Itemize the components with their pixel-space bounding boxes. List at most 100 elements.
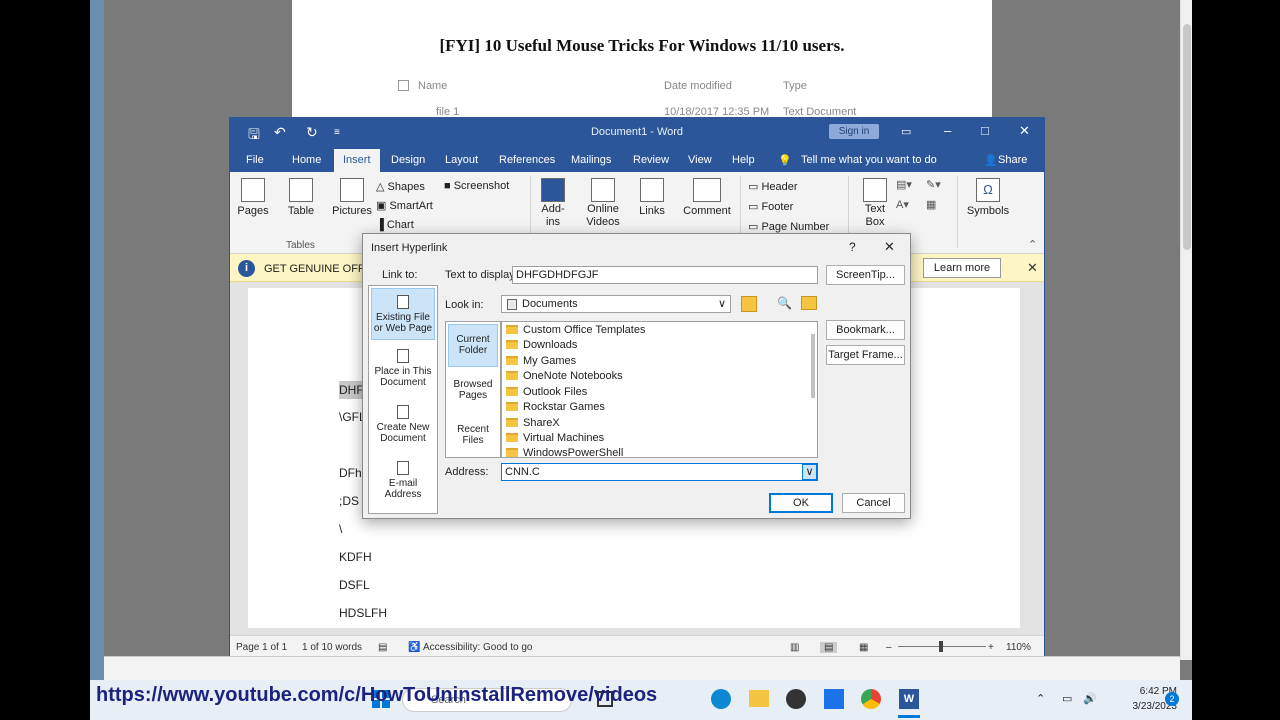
footer-button[interactable]: ▭ Footer (748, 200, 793, 213)
header-button[interactable]: ▭ Header (748, 180, 798, 193)
close-icon[interactable]: ✕ (1027, 260, 1038, 276)
doc-line: ;DS (339, 494, 360, 508)
zoom-out-icon[interactable]: – (886, 642, 892, 653)
zoom-slider-thumb[interactable] (939, 641, 943, 652)
browse-file-icon[interactable] (801, 296, 817, 310)
zoom-level[interactable]: 110% (1006, 642, 1031, 653)
ribbon-display-icon[interactable]: ▭ (901, 125, 911, 138)
network-icon[interactable]: ▭ (1062, 692, 1072, 705)
pictures-button[interactable]: Pictures (332, 178, 372, 217)
links-button[interactable]: Links (635, 178, 669, 217)
tab-help[interactable]: Help (732, 154, 755, 166)
tell-me-search[interactable]: Tell me what you want to do (801, 154, 937, 166)
read-mode-icon[interactable]: ▥ (790, 642, 799, 653)
comment-button[interactable]: Comment (682, 178, 732, 217)
learn-more-button[interactable]: Learn more (923, 258, 1001, 278)
list-item[interactable]: Virtual Machines (506, 432, 604, 444)
text-box-button[interactable]: Text Box (858, 178, 892, 229)
bookmark-button[interactable]: Bookmark... (826, 320, 905, 340)
recent-files-tab[interactable]: Recent Files (448, 424, 498, 446)
tray-chevron-icon[interactable]: ⌃ (1036, 692, 1045, 705)
pages-label: Pages (237, 205, 269, 217)
link-to-existing-file[interactable]: Existing File or Web Page (371, 288, 435, 340)
tab-file[interactable]: File (246, 154, 264, 166)
proofing-icon[interactable]: ▤ (378, 642, 387, 653)
chrome-icon[interactable] (861, 689, 881, 709)
symbols-button[interactable]: Ω Symbols (965, 178, 1011, 217)
ok-button[interactable]: OK (769, 493, 833, 513)
chevron-down-icon[interactable]: ∨ (802, 464, 817, 480)
media-player-icon[interactable] (786, 689, 806, 709)
tab-references[interactable]: References (499, 154, 555, 166)
tab-review[interactable]: Review (633, 154, 669, 166)
link-to-email[interactable]: E-mail Address (371, 461, 435, 500)
address-input[interactable]: CNN.C ∨ (501, 463, 818, 481)
list-item[interactable]: WindowsPowerShell (506, 447, 623, 457)
look-in-select[interactable]: Documents ∨ (501, 295, 731, 313)
text-to-display-label: Text to display: (445, 269, 518, 281)
print-layout-icon[interactable]: ▤ (820, 642, 838, 653)
browse-web-icon[interactable]: 🔍 (777, 296, 792, 310)
smartart-button[interactable]: ▣ SmartArt (376, 199, 433, 212)
browsed-pages-tab[interactable]: Browsed Pages (448, 379, 498, 401)
cancel-button[interactable]: Cancel (842, 493, 905, 513)
zoom-in-icon[interactable]: + (988, 642, 994, 653)
list-item[interactable]: My Games (506, 355, 576, 367)
screentip-button[interactable]: ScreenTip... (826, 265, 905, 285)
signature-line-icon[interactable]: ✎▾ (926, 178, 941, 191)
tab-insert[interactable]: Insert (334, 149, 380, 172)
share-button[interactable]: Share (998, 154, 1027, 166)
list-item[interactable]: Downloads (506, 339, 577, 351)
link-to-place-in-document[interactable]: Place in This Document (371, 349, 435, 388)
pages-button[interactable]: Pages (236, 178, 270, 217)
tab-view[interactable]: View (688, 154, 712, 166)
maximize-button[interactable]: □ (981, 123, 989, 138)
page-number-button[interactable]: ▭ Page Number (748, 220, 829, 233)
current-folder-label-1: Current (456, 334, 490, 345)
online-videos-button[interactable]: Online Videos (584, 178, 622, 229)
link-to-create-new[interactable]: Create New Document (371, 405, 435, 444)
sign-in-button[interactable]: Sign in (829, 124, 879, 139)
file-list-scrollbar[interactable] (811, 334, 815, 398)
up-folder-icon[interactable] (741, 296, 757, 312)
word-taskbar-icon[interactable]: W (899, 689, 919, 709)
dialog-close-button[interactable]: ✕ (884, 239, 895, 255)
target-frame-button[interactable]: Target Frame... (826, 345, 905, 365)
list-item[interactable]: OneNote Notebooks (506, 370, 623, 382)
collapse-ribbon-icon[interactable]: ⌃ (1028, 238, 1037, 251)
list-item[interactable]: Custom Office Templates (506, 324, 645, 336)
background-scrollbar[interactable] (1180, 0, 1192, 660)
current-folder-tab[interactable]: Current Folder (448, 324, 498, 367)
close-button[interactable]: ✕ (1019, 123, 1030, 139)
notification-badge[interactable]: 2 (1165, 692, 1179, 706)
tab-mailings[interactable]: Mailings (571, 154, 611, 166)
minimize-button[interactable]: – (944, 123, 951, 138)
list-item[interactable]: Outlook Files (506, 386, 587, 398)
comment-icon (693, 178, 721, 202)
list-item[interactable]: ShareX (506, 417, 560, 429)
web-layout-icon[interactable]: ▦ (859, 642, 868, 653)
date-time-icon[interactable]: ▦ (926, 198, 936, 211)
text-to-display-input[interactable]: DHFGDHDFGJF (512, 266, 818, 284)
file-explorer-icon[interactable] (749, 690, 769, 707)
screenshot-button[interactable]: ■ Screenshot (444, 180, 509, 192)
chart-button[interactable]: ▐ Chart (376, 219, 414, 231)
scrollbar-thumb[interactable] (1183, 24, 1191, 250)
quick-parts-icon[interactable]: ▤▾ (896, 178, 912, 191)
word-count[interactable]: 1 of 10 words (302, 642, 362, 653)
list-item[interactable]: Rockstar Games (506, 401, 605, 413)
tab-design[interactable]: Design (391, 154, 425, 166)
add-ins-button[interactable]: Add-ins (538, 178, 568, 229)
insert-hyperlink-dialog: Insert Hyperlink ? ✕ Link to: Existing F… (362, 233, 911, 519)
tab-layout[interactable]: Layout (445, 154, 478, 166)
sharex-icon[interactable] (824, 689, 844, 709)
edge-icon[interactable] (711, 689, 731, 709)
table-button[interactable]: Table (282, 178, 320, 217)
volume-icon[interactable]: 🔊 (1083, 692, 1097, 705)
accessibility-status[interactable]: Accessibility: Good to go (423, 642, 533, 653)
tab-home[interactable]: Home (292, 154, 321, 166)
shapes-button[interactable]: △ Shapes (376, 180, 425, 193)
help-button[interactable]: ? (849, 240, 856, 254)
wordart-icon[interactable]: A▾ (896, 198, 909, 211)
page-count[interactable]: Page 1 of 1 (236, 642, 287, 653)
